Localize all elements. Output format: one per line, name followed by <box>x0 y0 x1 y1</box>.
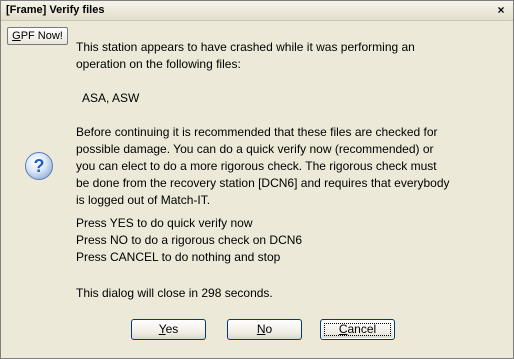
gpf-now-button[interactable]: GPF Now! <box>7 27 68 45</box>
countdown-text: This dialog will close in 298 seconds. <box>76 286 273 300</box>
no-button[interactable]: No <box>227 319 302 340</box>
question-glyph: ? <box>34 156 45 176</box>
message-line: operation on the following files: <box>76 57 241 71</box>
gpf-label: PF Now! <box>20 30 63 42</box>
message-line: you can elect to do a more rigorous chec… <box>76 159 437 173</box>
affected-files: ASA, ASW <box>82 91 140 105</box>
instruction-cancel: Press CANCEL to do nothing and stop <box>76 250 281 264</box>
instruction-yes: Press YES to do quick verify now <box>76 216 253 230</box>
message-line: Before continuing it is recommended that… <box>76 125 438 139</box>
yes-button[interactable]: Yes <box>131 319 206 340</box>
title-bar[interactable]: [Frame] Verify files × <box>1 1 513 21</box>
question-icon: ? <box>25 152 53 180</box>
instruction-no: Press NO to do a rigorous check on DCN6 <box>76 233 303 247</box>
message-line: This station appears to have crashed whi… <box>76 40 415 54</box>
message-line: be done from the recovery station [DCN6]… <box>76 176 450 190</box>
focus-rect <box>324 323 391 336</box>
message-line: possible damage. You can do a quick veri… <box>76 142 434 156</box>
verify-files-dialog: [Frame] Verify files × GPF Now! ? This s… <box>0 0 514 359</box>
window-title: [Frame] Verify files <box>6 4 105 16</box>
no-label: o <box>265 322 273 336</box>
message-line: is logged out of Match-IT. <box>76 193 211 207</box>
yes-mnemonic: Y <box>158 322 166 336</box>
gpf-mnemonic: G <box>12 30 21 42</box>
cancel-button[interactable]: Cancel <box>320 319 395 340</box>
yes-label: es <box>165 322 179 336</box>
close-button[interactable]: × <box>493 3 509 18</box>
